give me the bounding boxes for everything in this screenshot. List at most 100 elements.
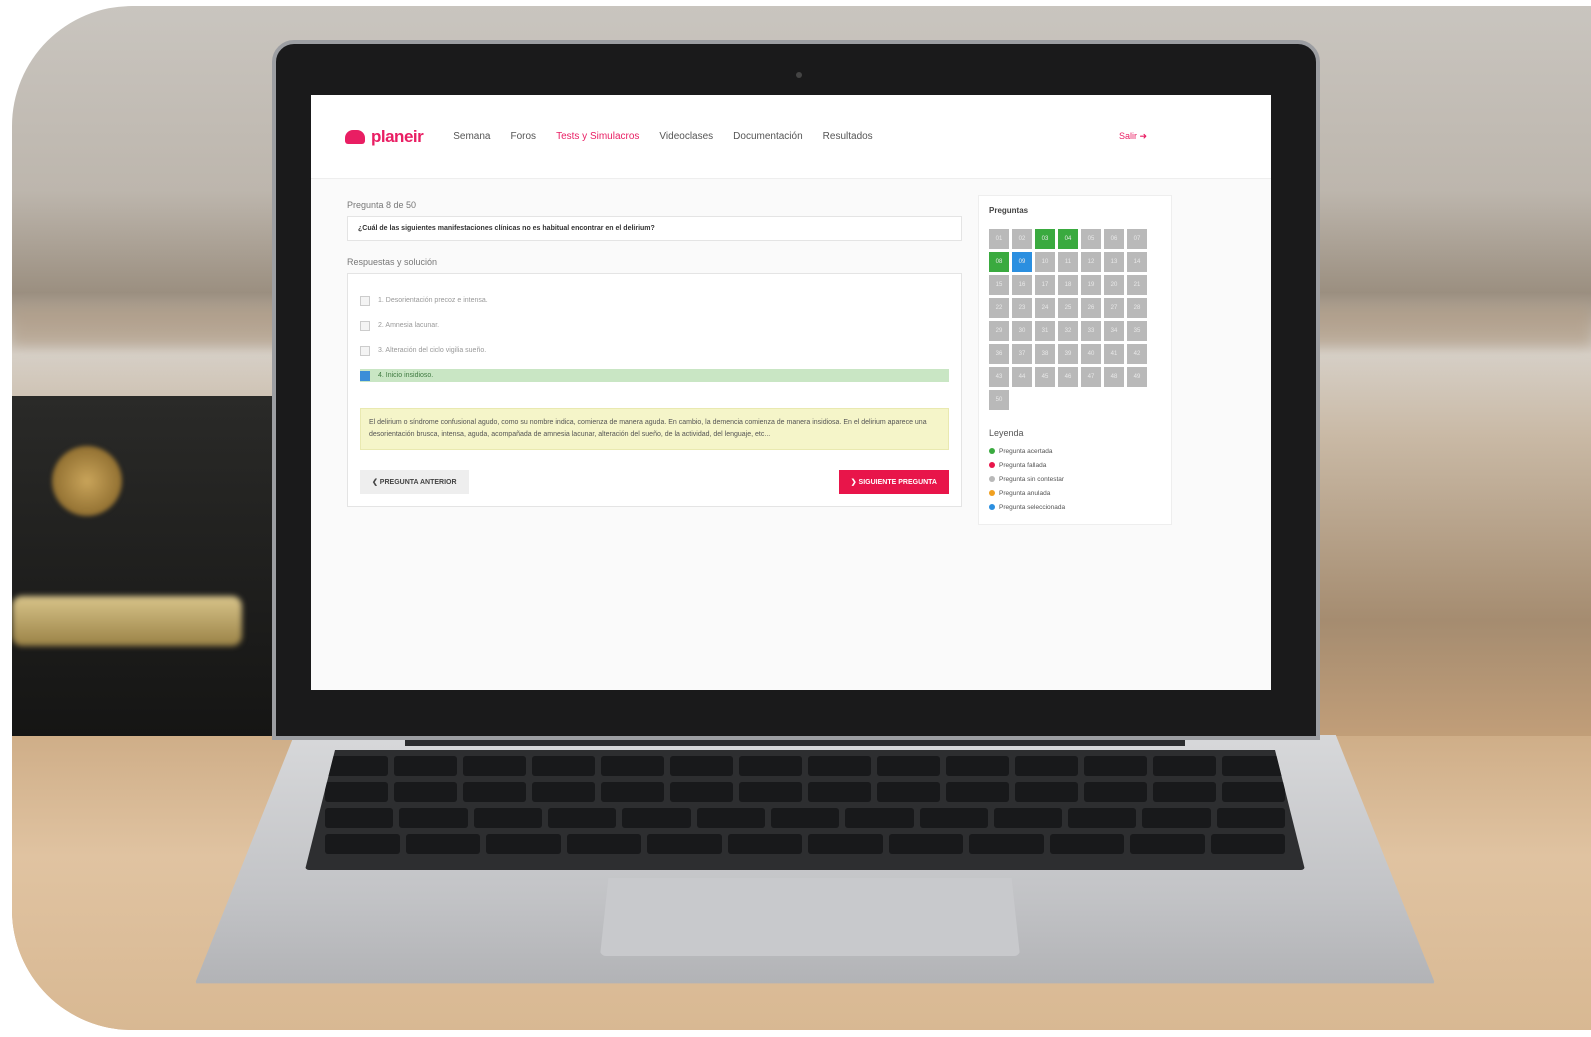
question-cell[interactable]: 40	[1081, 344, 1101, 364]
question-cell[interactable]: 18	[1058, 275, 1078, 295]
question-cell[interactable]: 01	[989, 229, 1009, 249]
logo[interactable]: planeir	[345, 126, 424, 147]
legend-label: Pregunta seleccionada	[999, 503, 1066, 511]
checkbox[interactable]	[360, 295, 370, 306]
question-cell[interactable]: 29	[989, 321, 1009, 341]
question-cell[interactable]: 32	[1058, 321, 1078, 341]
question-cell[interactable]: 30	[1012, 321, 1032, 341]
legend-item: Pregunta anulada	[989, 486, 1161, 500]
question-cell[interactable]: 34	[1104, 321, 1124, 341]
answer-option[interactable]: 1. Desorientación precoz e intensa.	[360, 288, 949, 313]
checkbox[interactable]	[360, 345, 370, 356]
question-cell[interactable]: 04	[1058, 229, 1078, 249]
legend-label: Pregunta sin contestar	[999, 475, 1065, 483]
question-cell[interactable]: 21	[1127, 275, 1147, 295]
next-question-button[interactable]: ❯ SIGUIENTE PREGUNTA	[838, 470, 949, 494]
answer-label: 2. Amnesia lacunar.	[378, 322, 440, 329]
exit-link[interactable]: Salir ➜	[1119, 131, 1147, 142]
checkbox-checked[interactable]	[360, 370, 370, 381]
answer-label: 3. Alteración del ciclo vigilia sueño.	[378, 347, 487, 354]
webcam	[796, 72, 802, 78]
question-cell[interactable]: 20	[1104, 275, 1124, 295]
question-cell[interactable]: 35	[1127, 321, 1147, 341]
question-cell[interactable]: 46	[1058, 367, 1078, 387]
questions-sidebar: Preguntas 01 02 03 04 05 06 07 08 09 10 11 12 13 14 15…	[978, 195, 1172, 525]
question-cell[interactable]: 12	[1081, 252, 1101, 272]
question-cell[interactable]: 41	[1104, 344, 1124, 364]
legend-label: Pregunta acertada	[999, 447, 1053, 455]
question-cell[interactable]: 44	[1012, 367, 1032, 387]
question-cell[interactable]: 23	[1012, 298, 1032, 318]
question-cell[interactable]: 10	[1035, 252, 1055, 272]
nav-link-semana[interactable]: Semana	[453, 131, 490, 142]
question-cell[interactable]: 11	[1058, 252, 1078, 272]
question-cell[interactable]: 14	[1127, 252, 1147, 272]
question-cell[interactable]: 17	[1035, 275, 1055, 295]
question-cell[interactable]: 33	[1081, 321, 1101, 341]
background-cabinet	[12, 396, 302, 736]
question-cell[interactable]: 22	[989, 298, 1009, 318]
question-cell[interactable]: 47	[1081, 367, 1101, 387]
question-cell[interactable]: 13	[1104, 252, 1124, 272]
question-cell[interactable]: 24	[1035, 298, 1055, 318]
question-cell[interactable]: 09	[1012, 252, 1032, 272]
legend-label: Pregunta anulada	[999, 489, 1051, 497]
question-cell[interactable]: 50	[989, 390, 1009, 410]
question-cell[interactable]: 16	[1012, 275, 1032, 295]
question-cell[interactable]: 25	[1058, 298, 1078, 318]
legend-label: Pregunta fallada	[999, 461, 1047, 469]
question-cell[interactable]: 05	[1081, 229, 1101, 249]
sidebar-title: Preguntas	[989, 206, 1029, 215]
question-text: ¿Cuál de las siguientes manifestaciones …	[347, 216, 962, 241]
nav-link-videoclases[interactable]: Videoclases	[659, 131, 713, 142]
question-cell[interactable]: 42	[1127, 344, 1147, 364]
question-counter: Pregunta 8 de 50	[347, 200, 417, 210]
legend-title: Leyenda	[989, 428, 1024, 438]
answer-label: 4. Inicio insidioso.	[378, 372, 434, 379]
question-cell[interactable]: 31	[1035, 321, 1055, 341]
question-grid: 01 02 03 04 05 06 07 08 09 10 11 12 13 14 15 16 17 18 19 20…	[989, 229, 1161, 410]
answer-option[interactable]: 3. Alteración del ciclo vigilia sueño.	[360, 338, 949, 363]
answer-option-correct[interactable]: 4. Inicio insidioso.	[360, 369, 949, 382]
legend-dot-icon	[989, 448, 995, 454]
answer-label: 1. Desorientación precoz e intensa.	[378, 297, 488, 304]
question-cell[interactable]: 26	[1081, 298, 1101, 318]
question-cell[interactable]: 49	[1127, 367, 1147, 387]
logo-icon	[345, 129, 365, 144]
cabinet-knob	[52, 446, 122, 516]
legend: Pregunta acertada Pregunta fallada Pregunt…	[989, 444, 1161, 514]
legend-item: Pregunta acertada	[989, 444, 1161, 458]
legend-dot-icon	[989, 504, 995, 510]
question-cell[interactable]: 07	[1127, 229, 1147, 249]
question-cell[interactable]: 38	[1035, 344, 1055, 364]
question-cell[interactable]: 02	[1012, 229, 1032, 249]
question-cell[interactable]: 48	[1104, 367, 1124, 387]
question-cell[interactable]: 43	[989, 367, 1009, 387]
question-cell[interactable]: 03	[1035, 229, 1055, 249]
question-cell[interactable]: 06	[1104, 229, 1124, 249]
question-cell[interactable]: 37	[1012, 344, 1032, 364]
question-cell[interactable]: 19	[1081, 275, 1101, 295]
nav-link-foros[interactable]: Foros	[511, 131, 537, 142]
answers-box: 1. Desorientación precoz e intensa. 2. A…	[347, 273, 962, 507]
previous-question-button[interactable]: ❮ PREGUNTA ANTERIOR	[360, 470, 469, 494]
question-cell[interactable]: 45	[1035, 367, 1055, 387]
question-cell[interactable]: 27	[1104, 298, 1124, 318]
question-cell[interactable]: 08	[989, 252, 1009, 272]
answer-option[interactable]: 2. Amnesia lacunar.	[360, 313, 949, 338]
explanation-box: El delirium o síndrome confusional agudo…	[360, 408, 949, 450]
question-cell[interactable]: 39	[1058, 344, 1078, 364]
top-navbar: planeir Semana Foros Tests y Simulacros …	[311, 95, 1271, 179]
nav-link-documentacion[interactable]: Documentación	[733, 131, 802, 142]
nav-link-resultados[interactable]: Resultados	[823, 131, 873, 142]
laptop-screen: planeir Semana Foros Tests y Simulacros …	[311, 95, 1271, 690]
cabinet-handle	[12, 596, 242, 646]
question-cell[interactable]: 28	[1127, 298, 1147, 318]
checkbox[interactable]	[360, 320, 370, 331]
nav-link-tests[interactable]: Tests y Simulacros	[556, 131, 639, 142]
question-panel: Pregunta 8 de 50 ¿Cuál de las siguientes…	[347, 200, 962, 507]
question-cell[interactable]: 15	[989, 275, 1009, 295]
legend-dot-icon	[989, 476, 995, 482]
question-cell[interactable]: 36	[989, 344, 1009, 364]
logo-text: planeir	[371, 126, 424, 146]
